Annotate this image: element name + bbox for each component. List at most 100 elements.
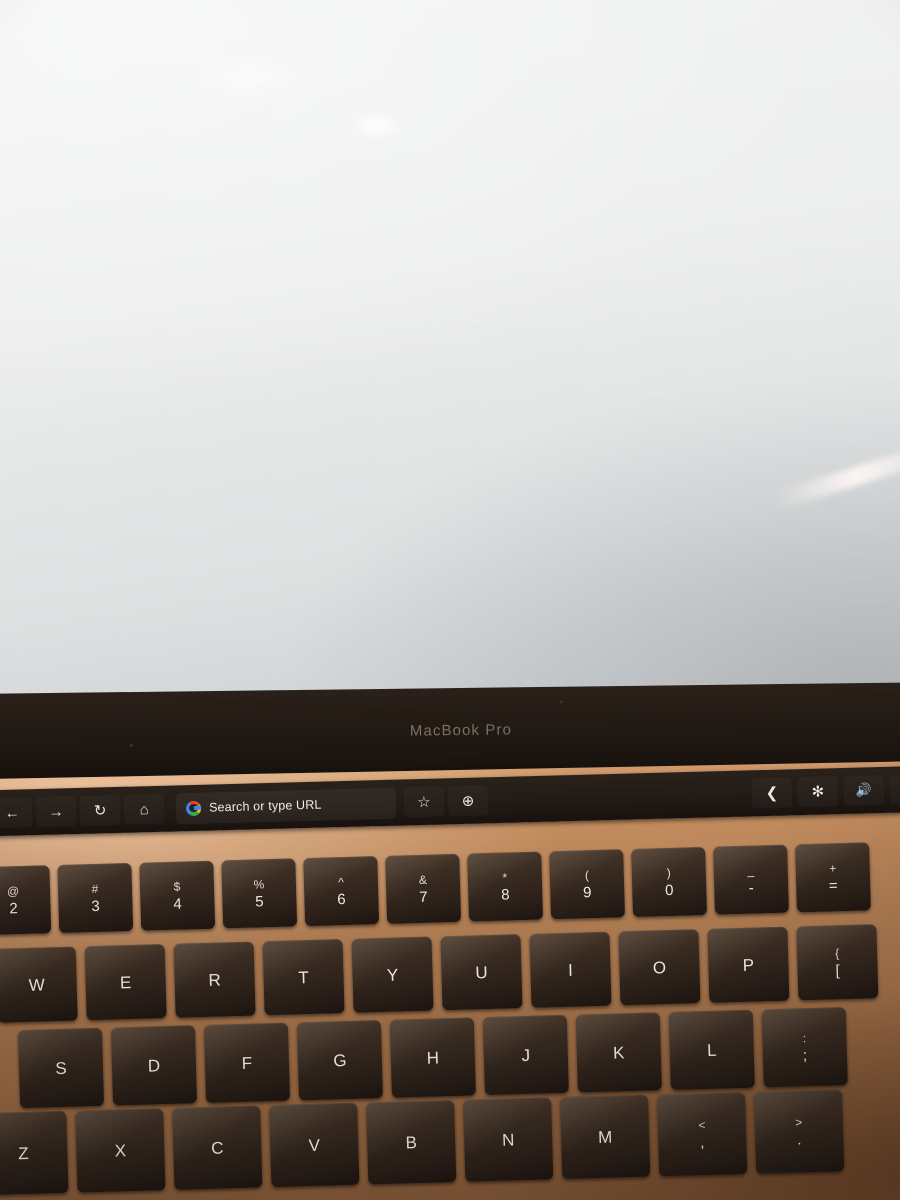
key-4[interactable]: $4 [139,860,216,931]
bookmark-star-icon[interactable]: ☆ [404,786,445,817]
key-i[interactable]: I [529,931,612,1008]
template-icon[interactable] [441,216,473,248]
touchbar-omnibox[interactable]: Search or type URL [175,787,397,824]
radio-downward[interactable] [450,484,462,496]
key-x[interactable]: X [75,1108,166,1193]
key-e[interactable]: E [84,944,167,1021]
key-m[interactable]: M [560,1094,651,1180]
value-input[interactable]: Value [471,259,610,295]
new-tab-icon[interactable]: ⊕ [448,785,489,816]
key-t[interactable]: T [262,939,345,1016]
part-a-request-answer-link[interactable]: Request Answer [518,326,605,339]
key-upper-legend: * [502,869,508,885]
key-9[interactable]: (9 [549,849,626,920]
part-b-request-answer-link[interactable]: Request Answer [522,533,609,546]
mute-icon[interactable]: 🔇 [889,774,900,805]
key-k[interactable]: K [575,1012,662,1093]
help-icon[interactable]: ? [652,215,676,245]
choice-downward[interactable]: Downward [450,482,652,496]
key-8[interactable]: * 8 [467,851,544,922]
problem-statement-card: A woman stands on a bathroom scale in a … [45,99,357,192]
key-lower-legend: , [700,1133,705,1151]
key-y[interactable]: Y [351,936,434,1013]
panel-divider [370,8,373,641]
key-upper-legend: ^ [337,874,344,889]
answer-toolbar: μÅ ↶ ↷ ↺ ⌨ ? [433,208,727,254]
key-w[interactable]: W [0,946,78,1023]
keyboard: @2 #3 $4% 5 ^ 6 & 7 * 8(9) 0 _ - + = W E R T Y U I O P {[ S DFG H… [0,812,900,1200]
key-sym[interactable]: _ - [713,844,789,915]
key-c[interactable]: C [172,1105,263,1190]
chevron-right-icon[interactable]: ❯ [0,504,12,522]
pearson-wordmark: Pearson [541,659,595,677]
keyboard-icon[interactable]: ⌨ [619,215,643,245]
key-sym[interactable]: >. [753,1089,845,1174]
key-j[interactable]: J [482,1014,569,1096]
key-lower-legend: S [55,1058,67,1078]
key-lower-legend: . [796,1130,802,1148]
key-l[interactable]: L [668,1009,755,1090]
key-6[interactable]: ^ 6 [303,856,380,927]
key-g[interactable]: G [296,1020,383,1101]
key-f[interactable]: F [203,1022,291,1103]
reload-icon[interactable]: ↻ [80,795,121,826]
key-3[interactable]: #3 [57,862,134,934]
choice-downward-label: Downward [471,483,526,496]
key-u[interactable]: U [440,934,523,1011]
key-2[interactable]: @2 [0,865,52,936]
key-lower-legend: B [405,1132,418,1152]
reset-icon[interactable]: ↺ [586,216,610,246]
key-z[interactable]: Z [0,1110,69,1196]
key-upper-legend: % [253,876,265,892]
expand-control-strip-icon[interactable]: ❮ [752,777,793,808]
key-sym[interactable]: {[ [796,924,879,1001]
part-a-header[interactable]: Part A [377,83,900,127]
key-lower-legend: 2 [9,899,18,917]
part-b-submit-row: Submit Request Answer [431,526,610,554]
units-icon[interactable]: μÅ [480,216,512,247]
key-lower-legend: 9 [582,883,592,901]
key-d[interactable]: D [110,1025,198,1106]
key-r[interactable]: R [173,941,256,1018]
key-lower-legend: E [119,972,132,992]
part-a-instruction: Express your answer to two significant f… [426,170,878,188]
key-v[interactable]: V [269,1102,360,1188]
key-b[interactable]: B [366,1100,457,1185]
key-0[interactable]: ) 0 [631,846,707,917]
provide-feedback-link[interactable]: Provide Feedback [402,587,498,600]
brightness-icon[interactable]: ✻ [797,776,838,807]
part-b-question: Find the direction of the acceleration. [428,424,622,439]
triangle-down-icon[interactable] [400,103,411,112]
radio-upward[interactable] [450,459,462,471]
page-top-rule [56,6,357,11]
key-upper-legend: ) [666,865,671,880]
key-lower-legend: V [308,1135,321,1155]
part-b-header[interactable]: Part B [380,366,900,410]
part-a-submit-button[interactable]: Submit [427,319,499,347]
part-b-submit-button[interactable]: Submit [431,526,503,554]
key-lower-legend: J [521,1045,531,1065]
forward-icon[interactable]: → [36,796,77,827]
home-icon[interactable]: ⌂ [124,794,165,825]
volume-up-icon[interactable]: 🔊 [843,775,884,806]
key-sym[interactable]: + = [795,842,871,913]
back-icon[interactable]: ← [0,797,33,828]
key-s[interactable]: S [17,1027,105,1109]
key-sym[interactable]: <, [656,1091,748,1177]
triangle-down-icon[interactable] [403,386,414,394]
undo-icon[interactable]: ↶ [520,216,544,246]
key-p[interactable]: P [707,926,790,1003]
key-lower-legend: N [501,1129,515,1150]
units-input[interactable]: Units [609,258,736,294]
choice-upward[interactable]: Upward [450,457,652,471]
answer-field-row: a = Value Units [434,258,736,295]
key-n[interactable]: N [463,1097,554,1182]
redo-icon[interactable]: ↷ [553,216,577,246]
key-lower-legend: H [426,1047,440,1068]
key-7[interactable]: & 7 [385,853,462,924]
key-o[interactable]: O [618,929,701,1006]
key-lower-legend: P [742,955,755,975]
key-sym[interactable]: :; [761,1007,848,1088]
key-h[interactable]: H [389,1017,476,1098]
key-5[interactable]: % 5 [221,858,298,929]
